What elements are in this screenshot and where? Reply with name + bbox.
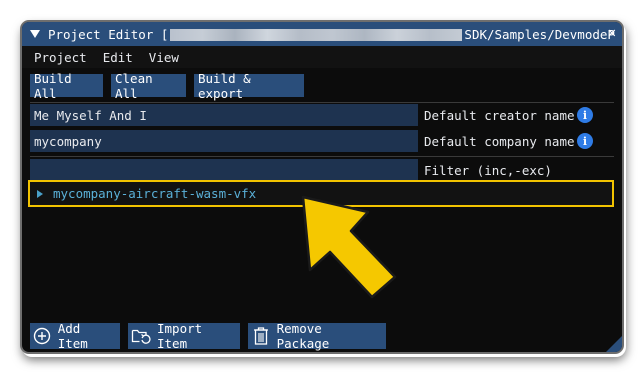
filter-label: Filter (inc,-exc) [424, 163, 552, 178]
menu-view[interactable]: View [149, 50, 179, 65]
plus-circle-icon [33, 326, 52, 346]
clean-all-button[interactable]: Clean All [111, 71, 186, 101]
add-item-button[interactable]: Add Item [30, 321, 120, 351]
build-all-button[interactable]: Build All [30, 71, 103, 101]
creator-info-icon[interactable]: i [577, 107, 593, 123]
company-name-input[interactable]: mycompany [30, 130, 418, 152]
collapse-triangle-icon[interactable] [30, 30, 40, 38]
company-info-icon[interactable]: i [577, 133, 593, 149]
menu-edit[interactable]: Edit [103, 50, 133, 65]
import-item-label: Import Item [157, 321, 203, 351]
trash-icon [251, 326, 271, 346]
import-item-button[interactable]: Import Item [128, 321, 240, 351]
company-name-label: Default company name [424, 134, 575, 149]
title-bar[interactable]: Project Editor [ SDK/Samples/DevmodeP ✕ [22, 22, 622, 46]
expand-arrow-icon[interactable] [37, 189, 43, 198]
creator-name-label: Default creator name [424, 108, 575, 123]
fields-divider [30, 156, 614, 157]
tree-item-package[interactable]: mycompany-aircraft-wasm-vfx [28, 180, 614, 207]
remove-package-button[interactable]: Remove Package [248, 321, 386, 351]
window-title: Project Editor [ SDK/Samples/DevmodeP [48, 27, 615, 42]
filter-input[interactable] [30, 159, 418, 181]
menu-bar: Project Edit View [22, 46, 622, 68]
resize-grip[interactable] [606, 336, 622, 352]
remove-package-label: Remove Package [276, 321, 330, 351]
toolbar-divider [30, 102, 614, 103]
close-icon[interactable]: ✕ [608, 25, 616, 41]
menu-project[interactable]: Project [34, 50, 87, 65]
creator-name-input[interactable]: Me Myself And I [30, 104, 418, 126]
import-folder-icon [131, 326, 151, 346]
add-item-label: Add Item [57, 321, 88, 351]
build-export-button[interactable]: Build & export [194, 71, 304, 101]
tree-item-label: mycompany-aircraft-wasm-vfx [53, 186, 257, 201]
window-title-suffix: SDK/Samples/DevmodeP [464, 26, 615, 42]
window-title-prefix: Project Editor [ [48, 26, 169, 42]
redacted-path [170, 29, 463, 41]
project-editor-window: Project Editor [ SDK/Samples/DevmodeP ✕ P… [20, 20, 624, 354]
